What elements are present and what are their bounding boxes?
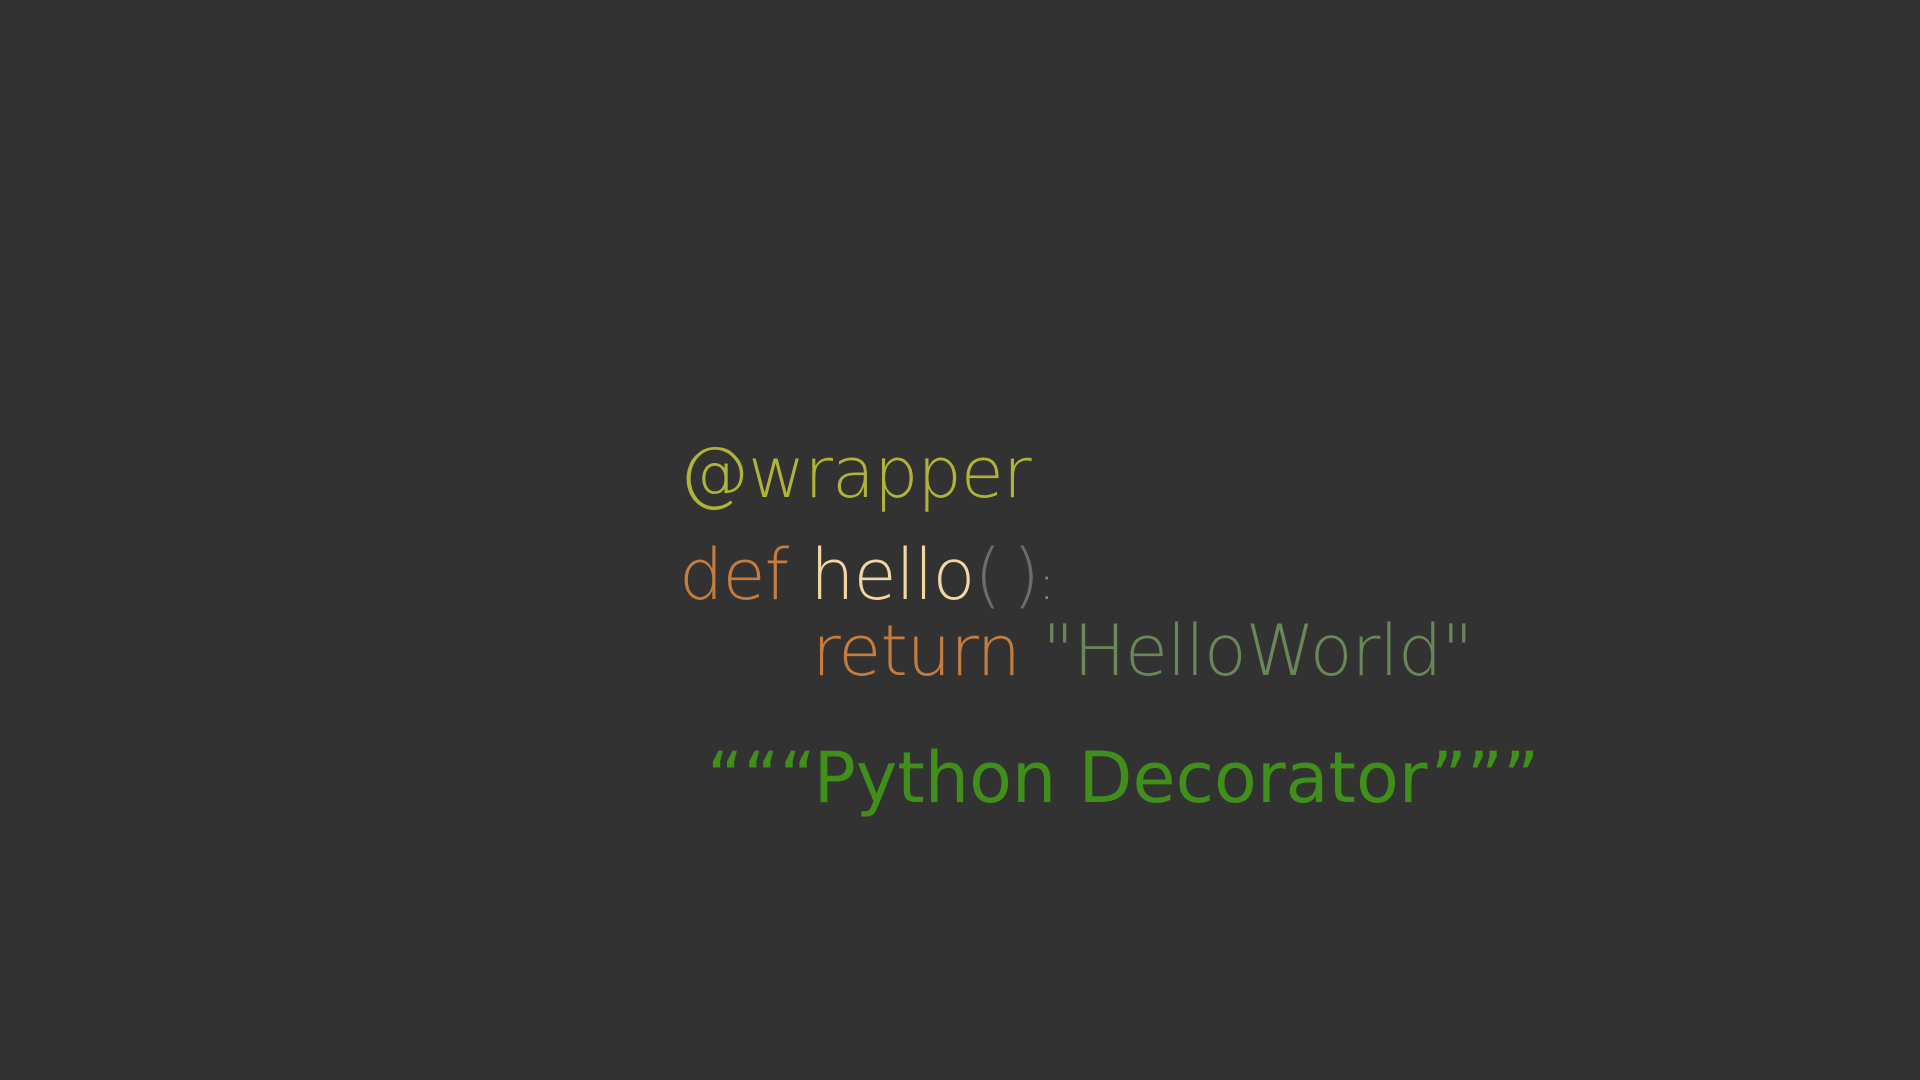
docstring-text: “““Python Decorator””” xyxy=(707,737,1540,819)
docstring-line: “““Python Decorator””” xyxy=(618,673,1539,883)
code-artwork: @wrapper def hello(): return "HelloWorld" … xyxy=(0,0,1920,1080)
